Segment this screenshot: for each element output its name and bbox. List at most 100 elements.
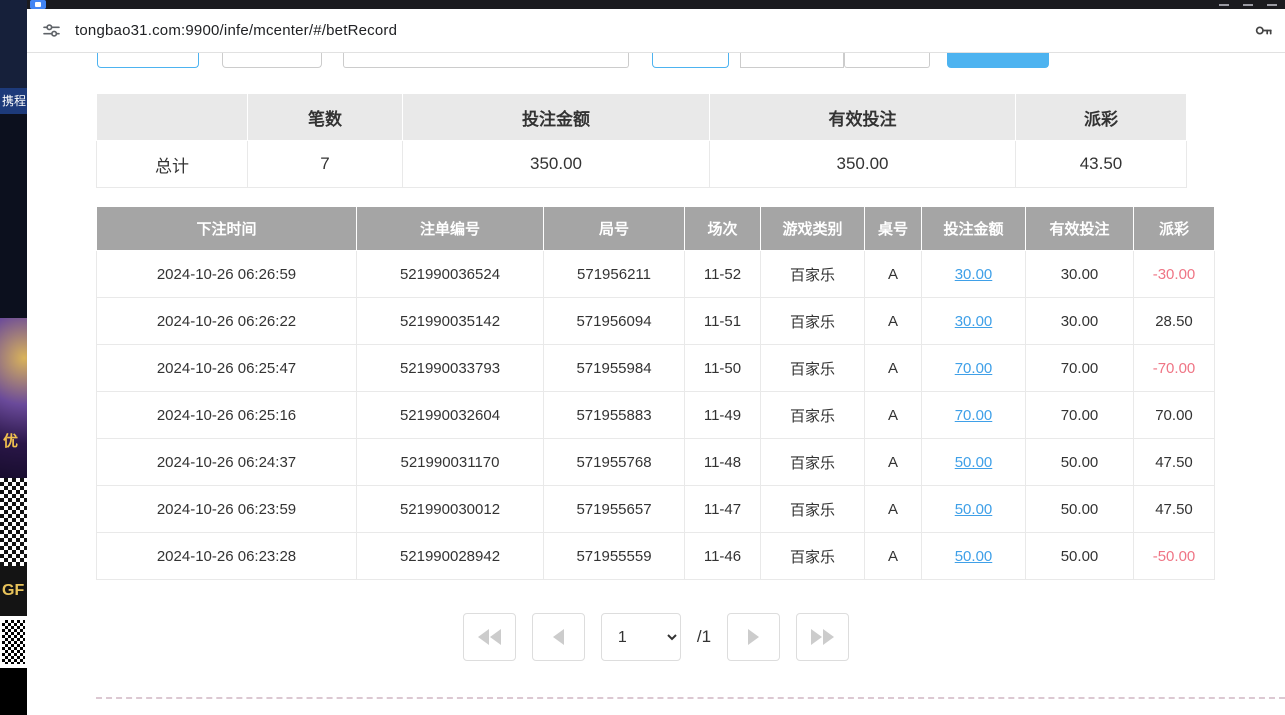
page-select[interactable]: 1 [601, 613, 681, 661]
cell-valid-bet: 50.00 [1026, 486, 1134, 533]
cell-session: 11-46 [685, 533, 761, 580]
bet-amount-link[interactable]: 50.00 [955, 548, 993, 565]
cell-bet-amount: 50.00 [922, 486, 1026, 533]
summary-total-payout: 43.50 [1016, 141, 1187, 188]
dashed-divider [96, 697, 1285, 699]
password-key-icon[interactable] [1253, 21, 1273, 41]
tab-favicon [30, 0, 46, 9]
cell-table-no: A [865, 486, 922, 533]
toolbar-button-stub-1[interactable] [97, 53, 199, 68]
cell-game-type: 百家乐 [761, 439, 865, 486]
gf-label: GF [0, 566, 27, 616]
bet-amount-link[interactable]: 30.00 [955, 313, 993, 330]
background-strip-dark [0, 114, 27, 318]
cell-payout: 47.50 [1134, 486, 1215, 533]
cell-round-no: 571955657 [544, 486, 685, 533]
promo-banner: 优 [0, 318, 27, 478]
cell-valid-bet: 70.00 [1026, 392, 1134, 439]
table-row: 2024-10-26 06:26:22 521990035142 5719560… [97, 298, 1215, 345]
summary-total-row: 总计 7 350.00 350.00 43.50 [97, 141, 1187, 188]
table-row: 2024-10-26 06:23:28 521990028942 5719555… [97, 533, 1215, 580]
summary-header-count: 笔数 [248, 94, 403, 141]
cell-order-no: 521990033793 [357, 345, 544, 392]
close-icon[interactable] [1267, 4, 1277, 6]
cell-round-no: 571955984 [544, 345, 685, 392]
bet-table-header-row: 下注时间 注单编号 局号 场次 游戏类别 桌号 投注金额 有效投注 派彩 [97, 207, 1215, 251]
cell-bet-amount: 70.00 [922, 392, 1026, 439]
first-page-button[interactable] [463, 613, 516, 661]
maximize-icon[interactable] [1243, 4, 1253, 6]
toolbar-input-stub[interactable] [343, 53, 629, 68]
summary-header-row: 笔数 投注金额 有效投注 派彩 [97, 94, 1187, 141]
cell-payout: -70.00 [1134, 345, 1215, 392]
cell-payout: 70.00 [1134, 392, 1215, 439]
toolbar-select-stub-1[interactable] [740, 53, 844, 68]
address-bar[interactable]: tongbao31.com:9900/infe/mcenter/#/betRec… [27, 9, 1285, 53]
bet-amount-link[interactable]: 30.00 [955, 266, 993, 283]
cell-round-no: 571956094 [544, 298, 685, 345]
bet-amount-link[interactable]: 50.00 [955, 501, 993, 518]
window-controls[interactable] [1219, 1, 1277, 6]
cell-game-type: 百家乐 [761, 533, 865, 580]
left-arrow-icon [553, 629, 564, 645]
header-game-type: 游戏类别 [761, 207, 865, 251]
pagination: 1 /1 [27, 613, 1285, 661]
background-window-strip: 携程 优 GF [0, 0, 27, 715]
qr-code-2 [0, 616, 27, 668]
summary-header-valid-bet: 有效投注 [710, 94, 1016, 141]
cell-bet-amount: 50.00 [922, 533, 1026, 580]
bet-amount-link[interactable]: 50.00 [955, 454, 993, 471]
cell-payout: 47.50 [1134, 439, 1215, 486]
toolbar-button-stub-2[interactable] [222, 53, 322, 68]
cell-game-type: 百家乐 [761, 345, 865, 392]
cell-valid-bet: 30.00 [1026, 298, 1134, 345]
browser-titlebar [27, 0, 1285, 9]
header-session: 场次 [685, 207, 761, 251]
header-payout: 派彩 [1134, 207, 1215, 251]
summary-total-valid-bet: 350.00 [710, 141, 1016, 188]
search-button-stub[interactable] [947, 53, 1049, 68]
summary-table: 笔数 投注金额 有效投注 派彩 总计 7 350.00 350.00 43.50 [96, 93, 1187, 188]
cell-valid-bet: 50.00 [1026, 439, 1134, 486]
bet-amount-link[interactable]: 70.00 [955, 407, 993, 424]
summary-header-payout: 派彩 [1016, 94, 1187, 141]
cell-bet-amount: 50.00 [922, 439, 1026, 486]
bet-amount-link[interactable]: 70.00 [955, 360, 993, 377]
header-valid-bet: 有效投注 [1026, 207, 1134, 251]
cell-order-no: 521990035142 [357, 298, 544, 345]
minimize-icon[interactable] [1219, 4, 1229, 6]
url-text[interactable]: tongbao31.com:9900/infe/mcenter/#/betRec… [75, 22, 397, 39]
qr-code-2-pattern [2, 620, 25, 664]
cell-order-no: 521990030012 [357, 486, 544, 533]
prev-page-button[interactable] [532, 613, 585, 661]
cell-bet-amount: 30.00 [922, 251, 1026, 298]
summary-total-label: 总计 [97, 141, 248, 188]
last-page-button[interactable] [796, 613, 849, 661]
next-page-button[interactable] [727, 613, 780, 661]
header-round-no: 局号 [544, 207, 685, 251]
cell-order-no: 521990031170 [357, 439, 544, 486]
cell-time: 2024-10-26 06:26:22 [97, 298, 357, 345]
summary-header-blank [97, 94, 248, 141]
cell-session: 11-47 [685, 486, 761, 533]
cell-session: 11-48 [685, 439, 761, 486]
cell-session: 11-51 [685, 298, 761, 345]
cell-table-no: A [865, 298, 922, 345]
bet-record-table: 下注时间 注单编号 局号 场次 游戏类别 桌号 投注金额 有效投注 派彩 202… [96, 206, 1215, 580]
cell-session: 11-49 [685, 392, 761, 439]
site-settings-icon[interactable] [41, 21, 61, 41]
cell-table-no: A [865, 439, 922, 486]
cell-round-no: 571955559 [544, 533, 685, 580]
cell-valid-bet: 50.00 [1026, 533, 1134, 580]
toolbar-select-stub-2[interactable] [844, 53, 930, 68]
toolbar-button-stub-3[interactable] [652, 53, 729, 68]
background-strip-bottom [0, 668, 27, 715]
ctrip-label: 携程 [0, 88, 27, 114]
cell-game-type: 百家乐 [761, 298, 865, 345]
table-row: 2024-10-26 06:24:37 521990031170 5719557… [97, 439, 1215, 486]
qr-code-1 [0, 478, 27, 566]
right-arrow-icon [748, 629, 759, 645]
cell-session: 11-52 [685, 251, 761, 298]
cell-payout: -50.00 [1134, 533, 1215, 580]
cell-time: 2024-10-26 06:24:37 [97, 439, 357, 486]
